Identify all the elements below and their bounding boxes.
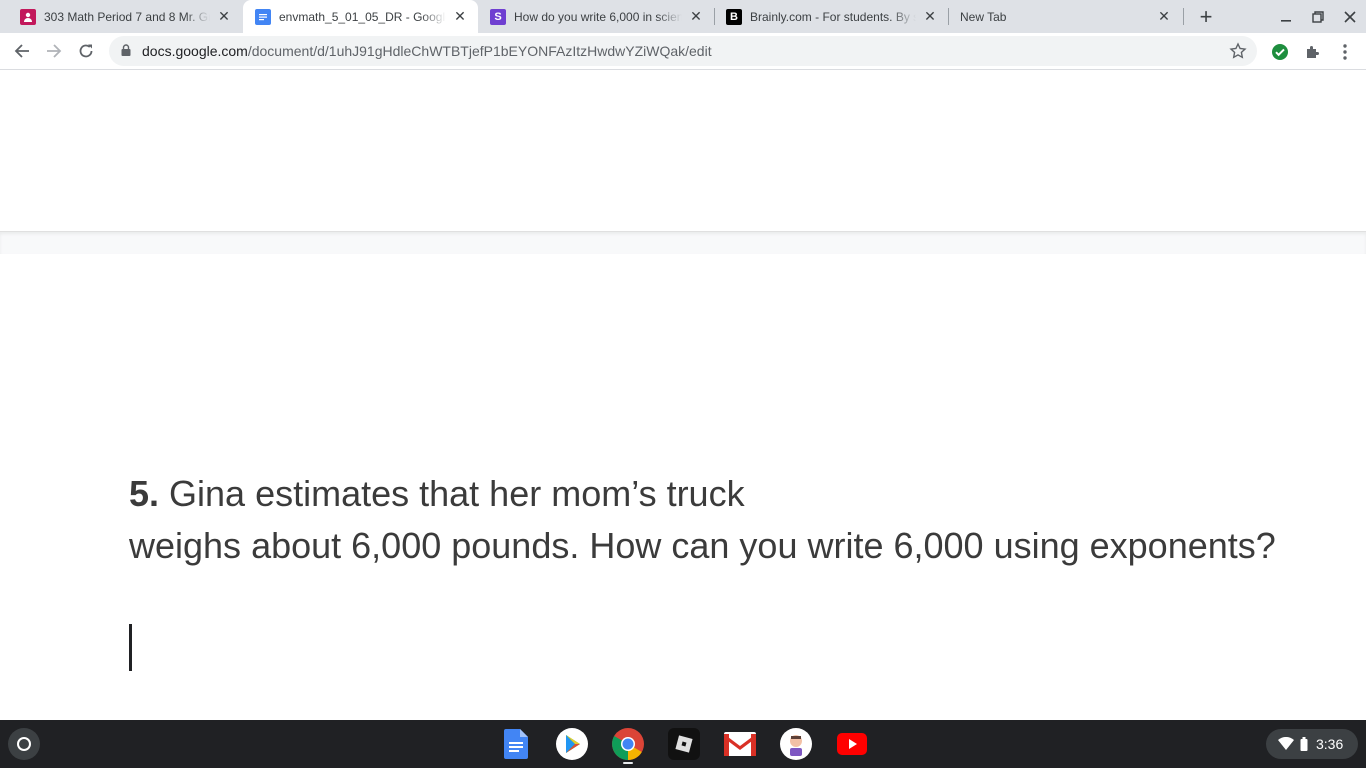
minimize-icon[interactable] (1275, 6, 1297, 28)
reload-icon[interactable] (74, 39, 98, 63)
tab-title: envmath_5_01_05_DR - Google D (279, 9, 446, 24)
tab-socratic[interactable]: S How do you write 6,000 in scien ✕ (478, 0, 714, 33)
chrome-icon[interactable] (611, 728, 645, 760)
gmail-icon[interactable] (723, 728, 757, 760)
browser-toolbar: docs.google.com/document/d/1uhJ91gHdleCh… (0, 33, 1366, 70)
url-path: /document/d/1uhJ91gHdleChWTBTjefP1bEYONF… (247, 43, 712, 59)
extensions-puzzle-icon[interactable] (1302, 42, 1322, 62)
tab-separator (1183, 8, 1184, 25)
roblox-icon[interactable] (667, 728, 701, 760)
back-icon[interactable] (10, 39, 34, 63)
text-cursor (129, 624, 132, 671)
tab-title: Brainly.com - For students. By st (750, 9, 916, 24)
close-icon[interactable]: ✕ (922, 8, 938, 25)
question-number: 5. (129, 473, 160, 514)
launcher-circle-icon (17, 737, 31, 751)
avatar-app-icon[interactable] (779, 728, 813, 760)
wifi-icon (1278, 737, 1294, 750)
document-canvas[interactable]: 5. Gina estimates that her mom’s truck w… (0, 71, 1366, 720)
close-icon[interactable]: ✕ (688, 8, 704, 25)
socratic-icon: S (490, 8, 506, 25)
tab-title: 303 Math Period 7 and 8 Mr. Gr (44, 9, 210, 24)
tab-strip: 303 Math Period 7 and 8 Mr. Gr ✕ envmath… (0, 0, 1366, 33)
clock-time: 3:36 (1316, 736, 1344, 752)
bookmark-star-icon[interactable] (1229, 42, 1247, 60)
close-icon[interactable]: ✕ (452, 8, 468, 25)
lock-icon (121, 44, 131, 56)
tab-docs[interactable]: envmath_5_01_05_DR - Google D ✕ (243, 0, 478, 33)
forward-icon[interactable] (42, 39, 66, 63)
taskbar: 3:36 (0, 720, 1366, 768)
new-tab-button[interactable]: + (1194, 4, 1218, 29)
brainly-icon: B (726, 8, 742, 25)
extension-check-icon[interactable] (1270, 42, 1290, 62)
tab-classroom[interactable]: 303 Math Period 7 and 8 Mr. Gr ✕ (0, 0, 242, 33)
classroom-icon (20, 8, 36, 25)
question-text[interactable]: 5. Gina estimates that her mom’s truck w… (129, 468, 1276, 572)
menu-kebab-icon[interactable] (1335, 42, 1355, 62)
page-break (0, 231, 1366, 254)
running-indicator (623, 762, 633, 764)
docs-icon (255, 8, 271, 25)
launcher-button[interactable] (8, 728, 40, 760)
close-window-icon[interactable] (1339, 6, 1361, 28)
close-icon[interactable]: ✕ (1156, 8, 1172, 25)
close-icon[interactable]: ✕ (216, 8, 232, 25)
question-line-2: weighs about 6,000 pounds. How can you w… (129, 525, 1276, 566)
url-text: docs.google.com/document/d/1uhJ91gHdleCh… (142, 43, 712, 59)
play-store-icon[interactable] (555, 728, 589, 760)
docs-icon[interactable] (499, 728, 533, 760)
tab-new-tab[interactable]: New Tab ✕ (948, 0, 1182, 33)
question-line-1: Gina estimates that her mom’s truck (159, 473, 745, 514)
tab-brainly[interactable]: B Brainly.com - For students. By st ✕ (714, 0, 948, 33)
youtube-icon[interactable] (835, 728, 869, 760)
address-bar[interactable]: docs.google.com/document/d/1uhJ91gHdleCh… (109, 36, 1257, 66)
tab-title: How do you write 6,000 in scien (514, 9, 682, 24)
tab-title: New Tab (960, 9, 1007, 24)
battery-icon (1300, 737, 1308, 751)
url-host: docs.google.com (142, 43, 248, 59)
status-tray[interactable]: 3:36 (1266, 729, 1358, 759)
restore-icon[interactable] (1307, 6, 1329, 28)
